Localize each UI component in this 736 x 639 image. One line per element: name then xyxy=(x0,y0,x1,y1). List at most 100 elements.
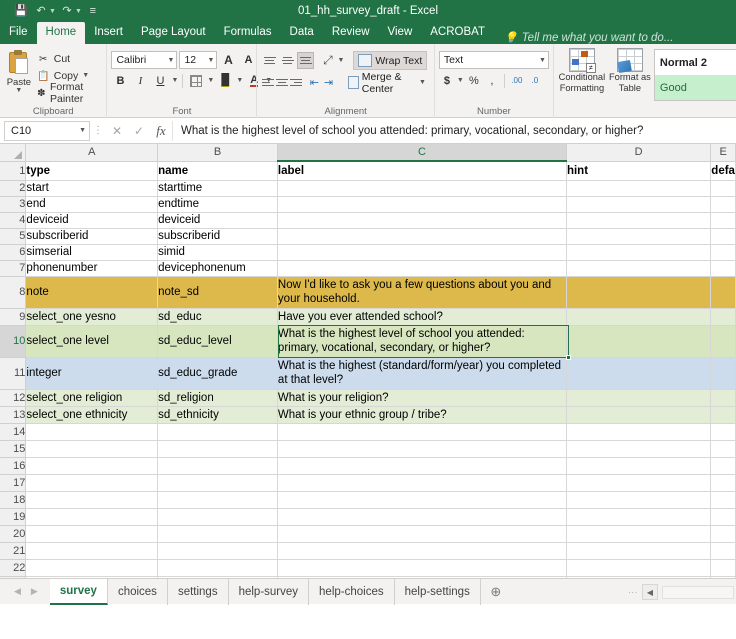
cell-D15[interactable] xyxy=(566,440,712,458)
shrink-font-button[interactable]: A xyxy=(239,51,257,69)
formula-bar-grip[interactable]: ⋮ xyxy=(90,125,106,136)
merge-center-button[interactable]: Merge & Center ▼ xyxy=(344,71,430,95)
cell-style-normal-2[interactable]: Normal 2 xyxy=(655,50,736,75)
undo-dropdown-icon[interactable]: ▼ xyxy=(49,8,56,15)
align-top-button[interactable] xyxy=(261,52,278,69)
cell-D18[interactable] xyxy=(566,491,712,509)
row-header-22[interactable]: 22 xyxy=(0,559,27,577)
cell-D21[interactable] xyxy=(566,542,712,560)
column-header-c[interactable]: C xyxy=(277,144,567,162)
decrease-indent-button[interactable]: ⇤ xyxy=(308,74,321,91)
cell-B21[interactable] xyxy=(157,542,278,560)
cell-E7[interactable] xyxy=(710,260,736,277)
row-header-18[interactable]: 18 xyxy=(0,491,27,509)
undo-icon[interactable]: ↶ xyxy=(32,3,50,19)
cell-B17[interactable] xyxy=(157,474,278,492)
cell-styles-gallery[interactable]: Normal 2 Good xyxy=(653,49,736,101)
cell-A2[interactable]: start xyxy=(25,180,159,197)
sheet-tab-help-settings[interactable]: help-settings xyxy=(395,578,481,605)
cell-E15[interactable] xyxy=(710,440,736,458)
format-as-table-button[interactable]: Format as Table xyxy=(606,47,654,94)
row-header-3[interactable]: 3 xyxy=(0,196,27,213)
cell-E17[interactable] xyxy=(710,474,736,492)
ribbon-tab-page-layout[interactable]: Page Layout xyxy=(132,22,215,44)
ribbon-tab-view[interactable]: View xyxy=(379,22,422,44)
spreadsheet-grid[interactable]: A B C D E 1 type name label hint defa 2 start st… xyxy=(0,144,736,578)
row-header-16[interactable]: 16 xyxy=(0,457,27,475)
cell-A4[interactable]: deviceid xyxy=(25,212,159,229)
cell-E21[interactable] xyxy=(710,542,736,560)
cell-D10[interactable] xyxy=(566,325,712,358)
align-center-button[interactable] xyxy=(276,74,289,91)
cell-B6[interactable]: simid xyxy=(157,244,278,261)
cell-D17[interactable] xyxy=(566,474,712,492)
borders-button[interactable] xyxy=(187,72,205,90)
percent-format-button[interactable]: % xyxy=(466,72,482,89)
cancel-edit-icon[interactable]: ✕ xyxy=(106,121,128,141)
row-header-20[interactable]: 20 xyxy=(0,525,27,543)
ribbon-tab-file[interactable]: File xyxy=(0,22,37,44)
row-header-1[interactable]: 1 xyxy=(0,161,27,181)
cell-A14[interactable] xyxy=(25,423,159,441)
cell-B12[interactable]: sd_religion xyxy=(157,389,278,407)
cell-C19[interactable] xyxy=(277,508,567,526)
cell-E12[interactable] xyxy=(710,389,736,407)
ribbon-tab-insert[interactable]: Insert xyxy=(85,22,132,44)
wrap-text-button[interactable]: Wrap Text xyxy=(353,51,428,70)
cell-A19[interactable] xyxy=(25,508,159,526)
column-header-d[interactable]: D xyxy=(566,144,712,162)
cell-C4[interactable] xyxy=(277,212,567,229)
cell-B7[interactable]: devicephonenum xyxy=(157,260,278,277)
column-header-e[interactable]: E xyxy=(710,144,736,162)
cell-B8[interactable]: note_sd xyxy=(157,276,278,309)
cell-A9[interactable]: select_one yesno xyxy=(25,308,159,326)
orientation-button[interactable]: ⤢ xyxy=(319,52,336,69)
confirm-edit-icon[interactable]: ✓ xyxy=(128,121,150,141)
cell-D14[interactable] xyxy=(566,423,712,441)
ribbon-tab-acrobat[interactable]: ACROBAT xyxy=(421,22,494,44)
fill-color-dropdown-icon[interactable]: ▼ xyxy=(236,77,243,84)
align-middle-button[interactable] xyxy=(279,52,296,69)
cell-B10[interactable]: sd_educ_level xyxy=(157,325,278,358)
row-header-17[interactable]: 17 xyxy=(0,474,27,492)
next-sheet-icon[interactable]: ▶ xyxy=(31,586,38,597)
row-header-8[interactable]: 8 xyxy=(0,276,27,309)
name-box[interactable]: C10 ▼ xyxy=(4,120,90,141)
cell-A6[interactable]: simserial xyxy=(25,244,159,261)
borders-dropdown-icon[interactable]: ▼ xyxy=(207,77,214,84)
cell-C16[interactable] xyxy=(277,457,567,475)
cell-A5[interactable]: subscriberid xyxy=(25,228,159,245)
cell-B20[interactable] xyxy=(157,525,278,543)
decrease-decimal-button[interactable]: .0 xyxy=(527,72,543,89)
ribbon-tab-review[interactable]: Review xyxy=(323,22,379,44)
cell-E6[interactable] xyxy=(710,244,736,261)
number-format-select[interactable]: Text ▼ xyxy=(438,51,549,69)
cell-D3[interactable] xyxy=(566,196,712,213)
row-header-19[interactable]: 19 xyxy=(0,508,27,526)
accounting-format-button[interactable]: $ xyxy=(439,72,455,89)
cell-style-good[interactable]: Good xyxy=(654,75,736,100)
cell-C12[interactable]: What is your religion? xyxy=(277,389,567,407)
cell-D1[interactable]: hint xyxy=(566,161,712,181)
cell-C3[interactable] xyxy=(277,196,567,213)
cell-C6[interactable] xyxy=(277,244,567,261)
add-sheet-button[interactable]: ⊕ xyxy=(481,584,511,600)
cell-E5[interactable] xyxy=(710,228,736,245)
cell-A8[interactable]: note xyxy=(25,276,159,309)
column-header-a[interactable]: A xyxy=(25,144,159,162)
cell-E2[interactable] xyxy=(710,180,736,197)
sheet-tab-help-survey[interactable]: help-survey xyxy=(229,578,310,605)
formula-input[interactable]: What is the highest level of school you … xyxy=(172,120,734,141)
cell-C15[interactable] xyxy=(277,440,567,458)
cell-E8[interactable] xyxy=(710,276,736,309)
cell-B2[interactable]: starttime xyxy=(157,180,278,197)
accounting-dropdown-icon[interactable]: ▼ xyxy=(457,77,464,84)
cell-C14[interactable] xyxy=(277,423,567,441)
cell-E1[interactable]: defa xyxy=(710,161,736,181)
cell-C11[interactable]: What is the highest (standard/form/year)… xyxy=(277,357,567,390)
previous-sheet-icon[interactable]: ◀ xyxy=(14,586,21,597)
cell-C22[interactable] xyxy=(277,559,567,577)
row-header-9[interactable]: 9 xyxy=(0,308,27,326)
cell-D8[interactable] xyxy=(566,276,712,309)
merge-dropdown-icon[interactable]: ▼ xyxy=(419,79,426,86)
